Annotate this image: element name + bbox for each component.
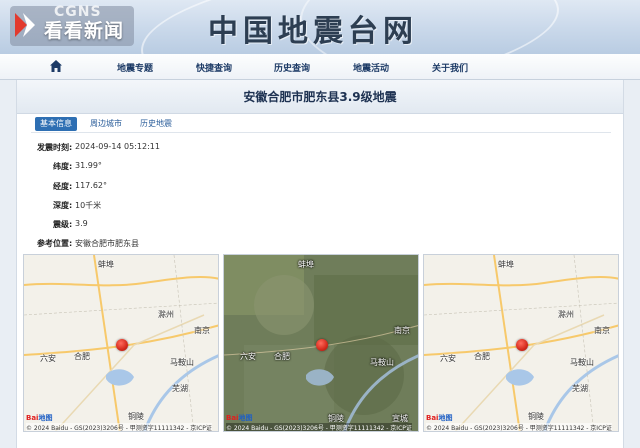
map-city-label: 六安 — [440, 354, 456, 363]
map-city-label: 芜湖 — [572, 384, 588, 393]
nav-item-history-search[interactable]: 历史查询 — [274, 61, 310, 74]
nav-item-quick-search[interactable]: 快捷查询 — [196, 61, 232, 74]
nav-item-topics[interactable]: 地震专题 — [117, 61, 153, 74]
map-city-label: 蚌埠 — [98, 260, 114, 269]
epicenter-marker[interactable] — [116, 339, 128, 351]
nav-item-about[interactable]: 关于我们 — [432, 61, 468, 74]
watermark-text: 看看新闻 — [44, 20, 125, 42]
magnitude-value: 3.9 — [75, 219, 88, 228]
map-city-label: 芜湖 — [172, 384, 188, 393]
depth-label: 深度: — [53, 201, 73, 210]
map-city-label: 六安 — [240, 352, 256, 361]
baidu-logo: Bai地图 — [26, 414, 53, 422]
map-city-label: 南京 — [394, 326, 410, 335]
reference-location-label: 参考位置: — [37, 239, 73, 248]
map-city-label: 马鞍山 — [570, 358, 594, 367]
title-bar: 安徽合肥市肥东县3.9级地震 — [17, 80, 623, 114]
longitude-label: 经度: — [53, 182, 73, 191]
epicenter-marker[interactable] — [316, 339, 328, 351]
map-copyright: © 2024 Baidu - GS(2023)3206号 - 甲测资字11111… — [26, 423, 212, 432]
origin-time-value: 2024-09-14 05:12:11 — [75, 142, 160, 151]
satellite-map[interactable]: 蚌埠 南京 六安 合肥 马鞍山 铜陵 宣城 Bai地图 © 2024 Baidu… — [223, 254, 419, 432]
map-city-label: 铜陵 — [128, 412, 144, 421]
map-city-label: 滁州 — [158, 310, 174, 319]
latitude-value: 31.99° — [75, 161, 102, 170]
depth-value: 10千米 — [75, 201, 102, 210]
map-city-label: 合肥 — [74, 352, 90, 361]
road-map-left[interactable]: 蚌埠 滁州 南京 六安 合肥 马鞍山 芜湖 铜陵 Bai地图 © 2024 Ba… — [23, 254, 219, 432]
page-title: 安徽合肥市肥东县3.9级地震 — [243, 90, 397, 104]
map-city-label: 马鞍山 — [170, 358, 194, 367]
map-city-label: 滁州 — [558, 310, 574, 319]
origin-time-label: 发震时刻: — [37, 143, 73, 152]
baidu-logo: Bai地图 — [226, 414, 253, 422]
epicenter-marker[interactable] — [516, 339, 528, 351]
map-city-label: 六安 — [40, 354, 56, 363]
kankan-logo-icon — [15, 13, 35, 37]
map-city-label: 蚌埠 — [498, 260, 514, 269]
tab-basic-info[interactable]: 基本信息 — [35, 117, 77, 131]
main-nav: 地震专题 快捷查询 历史查询 地震活动 关于我们 — [0, 54, 640, 80]
map-city-label: 南京 — [194, 326, 210, 335]
content-panel: 安徽合肥市肥东县3.9级地震 基本信息 周边城市 历史地震 发震时刻: 2024… — [16, 80, 624, 448]
map-city-label: 南京 — [594, 326, 610, 335]
site-title: 中国地震台网 — [208, 14, 418, 49]
map-city-label: 马鞍山 — [370, 358, 394, 367]
map-city-label: 铜陵 — [528, 412, 544, 421]
map-city-label: 蚌埠 — [298, 260, 314, 269]
tab-nearby-cities[interactable]: 周边城市 — [85, 117, 127, 131]
magnitude-label: 震级: — [53, 220, 73, 229]
latitude-label: 纬度: — [53, 162, 73, 171]
reference-location-value: 安徽合肥市肥东县 — [75, 239, 139, 248]
map-copyright: © 2024 Baidu - GS(2023)3206号 - 甲测资字11111… — [426, 423, 612, 432]
map-city-label: 合肥 — [274, 352, 290, 361]
home-icon[interactable] — [49, 59, 63, 73]
road-map-right[interactable]: 蚌埠 滁州 南京 六安 合肥 马鞍山 芜湖 铜陵 Bai地图 © 2024 Ba… — [423, 254, 619, 432]
baidu-logo: Bai地图 — [426, 414, 453, 422]
nav-item-activity[interactable]: 地震活动 — [353, 61, 389, 74]
tab-history-quakes[interactable]: 历史地震 — [135, 117, 177, 131]
longitude-value: 117.62° — [75, 181, 107, 190]
map-city-label: 合肥 — [474, 352, 490, 361]
header-banner: CGNS 看看新闻 中国地震台网 — [0, 0, 640, 54]
info-tabs: 基本信息 周边城市 历史地震 — [31, 117, 611, 133]
map-copyright: © 2024 Baidu - GS(2023)3206号 - 甲测资字11111… — [226, 423, 412, 432]
